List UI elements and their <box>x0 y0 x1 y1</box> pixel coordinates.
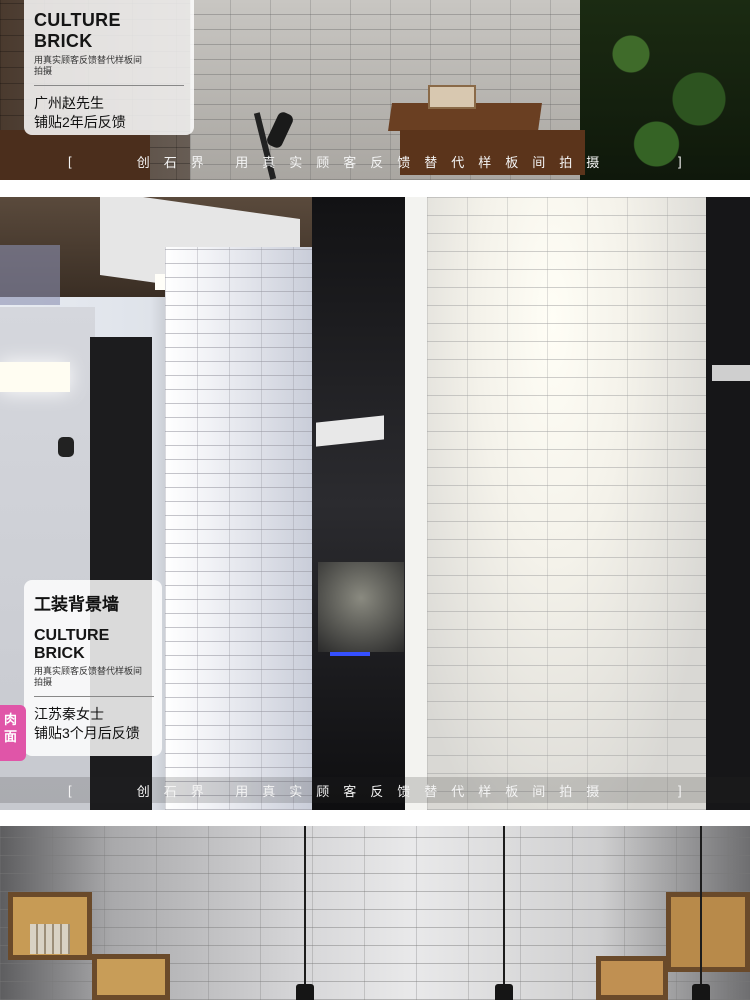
white-brick-wall-right <box>427 197 707 810</box>
caption-close-bracket: ] <box>678 153 682 169</box>
caption-close-bracket: ] <box>678 782 682 798</box>
pendant-lamp-icon <box>692 984 710 1000</box>
card-divider <box>34 696 154 697</box>
caption-text: 创石界 用真实顾客反馈替代样板间拍摄 <box>136 154 614 170</box>
scene-heading: 工装背景墙 <box>34 595 119 614</box>
feedback-note: 铺贴3个月后反馈 <box>34 725 140 741</box>
camera-icon <box>58 437 74 457</box>
wooden-shelf <box>92 954 170 1000</box>
pendant-cord <box>304 826 306 986</box>
photo-panel-office: 工装背景墙 CULTURE BRICK 用真实顾客反馈替代样板间拍摄 江苏秦女士… <box>0 197 750 810</box>
aquarium <box>318 562 404 652</box>
pendant-lamp-icon <box>296 984 314 1000</box>
photo-panel-cafe <box>0 826 750 1000</box>
blue-light-strip <box>330 652 370 656</box>
light-pillar <box>405 197 427 810</box>
wooden-shelf <box>666 892 750 972</box>
mirror-pillar <box>312 197 407 810</box>
shelf-items <box>30 924 70 954</box>
brand-title: CULTURE BRICK <box>34 10 121 51</box>
white-brick-wall-left <box>165 247 315 810</box>
ceiling-light <box>0 245 60 305</box>
card-divider <box>34 85 184 86</box>
customer-feedback-card: 工装背景墙 CULTURE BRICK 用真实顾客反馈替代样板间拍摄 江苏秦女士… <box>24 580 162 756</box>
customer-name: 广州赵先生 <box>34 95 104 111</box>
brand-title: CULTURE BRICK <box>34 627 110 662</box>
feedback-note: 铺贴2年后反馈 <box>34 114 126 130</box>
pendant-cord <box>503 826 505 986</box>
pillar-reflection <box>712 365 750 381</box>
customer-feedback-card: CULTURE BRICK 用真实顾客反馈替代样板间拍摄 广州赵先生 铺贴2年后… <box>24 0 194 135</box>
photo-caption: [ 创石界 用真实顾客反馈替代样板间拍摄 ] <box>0 777 750 803</box>
pendant-cord <box>700 826 702 986</box>
dark-pillar-right <box>706 197 750 810</box>
caption-text: 创石界 用真实顾客反馈替代样板间拍摄 <box>136 783 614 799</box>
ceiling-panel-light <box>0 362 70 392</box>
brand-subtitle: 用真实顾客反馈替代样板间拍摄 <box>34 55 143 76</box>
brand-subtitle: 用真实顾客反馈替代样板间拍摄 <box>34 666 143 687</box>
pendant-lamp-icon <box>495 984 513 1000</box>
side-badge[interactable]: 肉面 <box>0 705 26 761</box>
wooden-shelf <box>596 956 668 1000</box>
customer-name: 江苏秦女士 <box>34 706 104 722</box>
photo-caption: [ 创石界 用真实顾客反馈替代样板间拍摄 ] <box>0 148 750 174</box>
photo-panel-restaurant: CULTURE BRICK 用真实顾客反馈替代样板间拍摄 广州赵先生 铺贴2年后… <box>0 0 750 180</box>
napkin-holder <box>428 85 476 109</box>
